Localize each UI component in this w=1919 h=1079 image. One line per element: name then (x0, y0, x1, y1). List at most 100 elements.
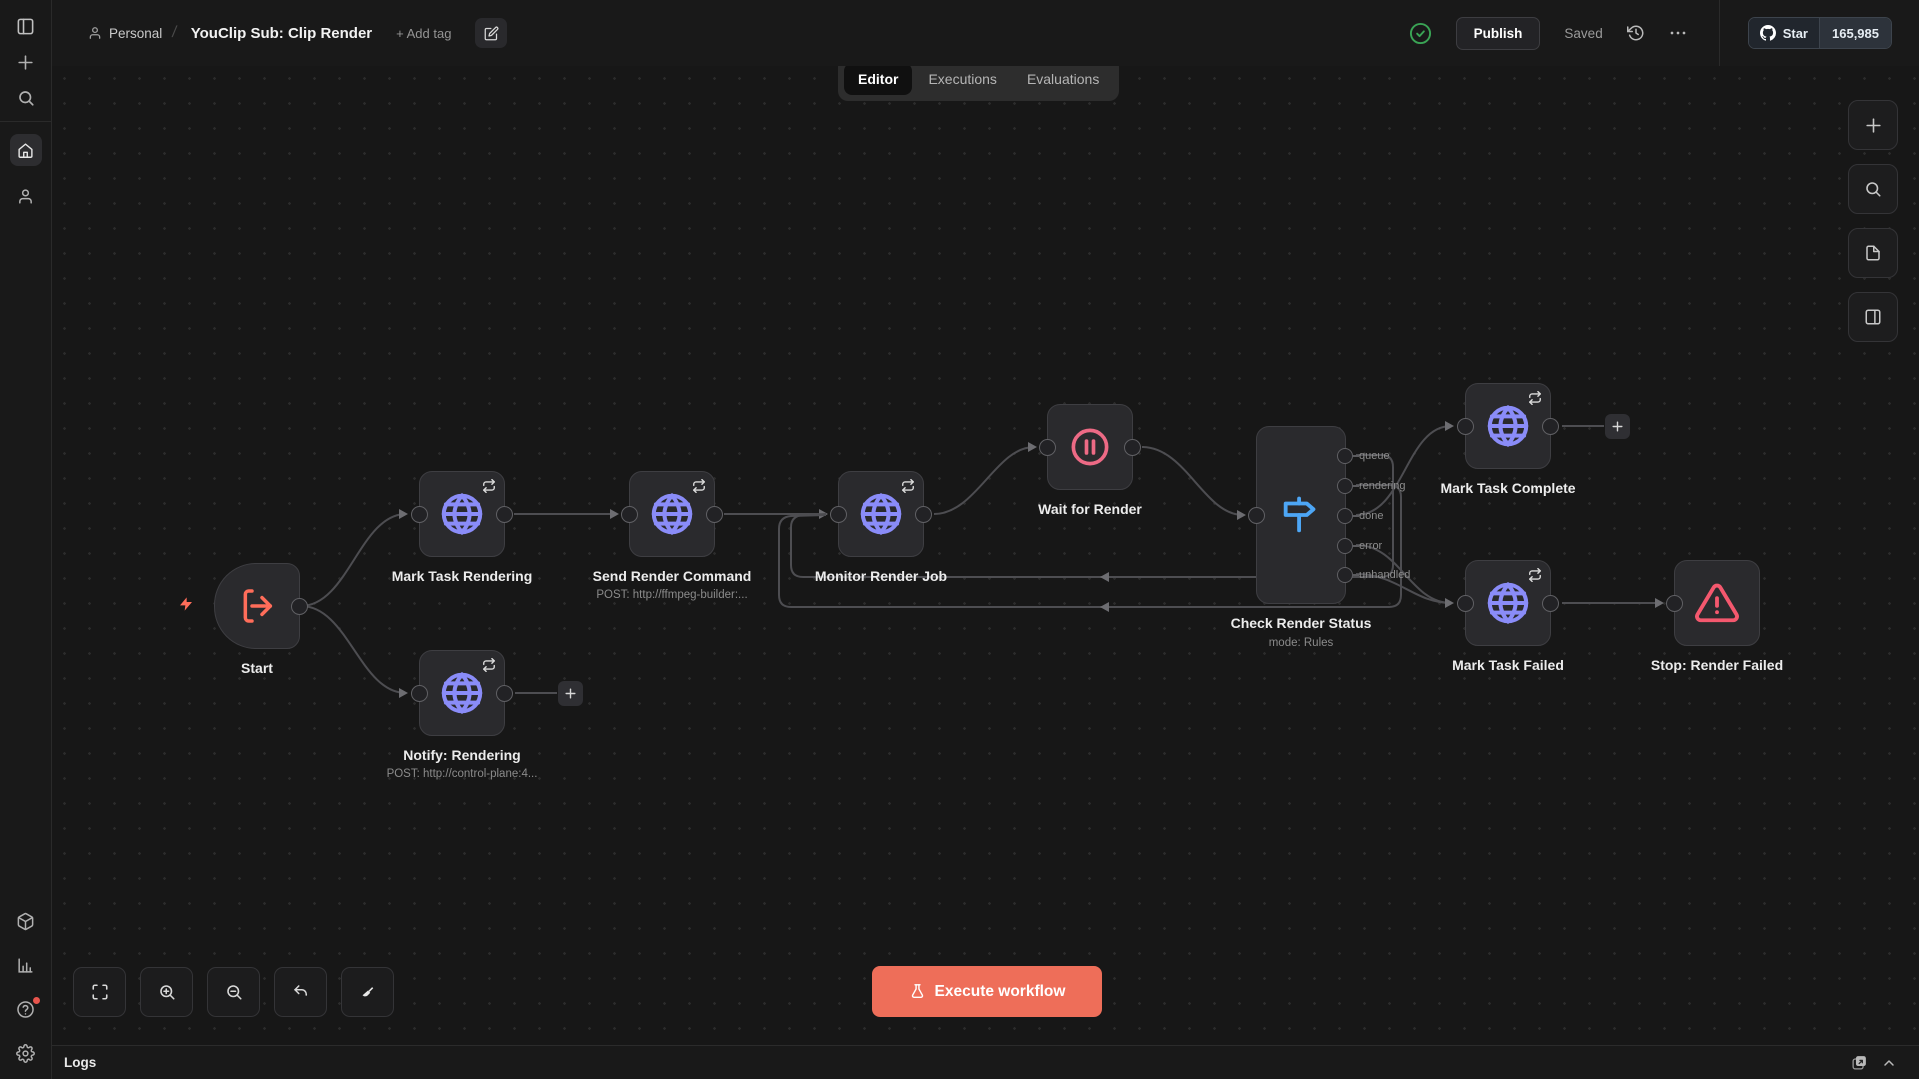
github-star-label: Star (1783, 26, 1808, 41)
node-label: Start (241, 660, 273, 676)
add-node-button[interactable] (1605, 414, 1630, 439)
workspace-crumb[interactable]: Personal (88, 26, 162, 41)
node-label: Monitor Render Job (815, 568, 947, 584)
execute-workflow-label: Execute workflow (935, 983, 1066, 1001)
input-port[interactable] (1457, 595, 1474, 612)
input-port[interactable] (830, 506, 847, 523)
canvas-bottom-toolbar (73, 967, 394, 1017)
logs-panel-header[interactable]: Logs (52, 1045, 1919, 1079)
port-dot[interactable] (1337, 478, 1353, 494)
edge-arrow (1028, 442, 1037, 452)
search-button[interactable] (17, 89, 35, 107)
output-port[interactable] (1542, 418, 1559, 435)
port-dot[interactable] (1337, 567, 1353, 583)
edge-done-to-complete[interactable] (1356, 426, 1451, 515)
output-port-queue[interactable]: queue (1337, 448, 1390, 464)
toggle-panel-button[interactable] (1848, 292, 1898, 342)
output-port[interactable] (291, 598, 308, 615)
flask-icon (909, 983, 926, 1000)
add-node-panel-button[interactable] (1848, 100, 1898, 150)
zoom-in-button[interactable] (140, 967, 193, 1017)
workflow-title[interactable]: YouClip Sub: Clip Render (191, 25, 372, 42)
manual-trigger-icon (237, 586, 277, 626)
zoom-to-fit-button[interactable] (73, 967, 126, 1017)
undo-button[interactable] (274, 967, 327, 1017)
port-dot[interactable] (1337, 538, 1353, 554)
zoom-out-icon (225, 983, 243, 1001)
node-notify-rendering[interactable]: Notify: Rendering POST: http://control-p… (419, 650, 505, 736)
port-dot[interactable] (1337, 508, 1353, 524)
output-port[interactable] (706, 506, 723, 523)
node-wait-for-render[interactable]: Wait for Render (1047, 404, 1133, 490)
more-options-icon[interactable] (1669, 24, 1687, 42)
history-icon[interactable] (1627, 24, 1645, 42)
port-dot[interactable] (1337, 448, 1353, 464)
github-star-button[interactable]: Star 165,985 (1748, 17, 1892, 49)
output-port-done[interactable]: done (1337, 508, 1383, 524)
input-port[interactable] (411, 506, 428, 523)
sidebar-item-personal[interactable] (17, 188, 34, 205)
output-port-unhandled[interactable]: unhandled (1337, 567, 1410, 583)
node-mark-task-failed[interactable]: Mark Task Failed (1465, 560, 1551, 646)
create-new-button[interactable] (16, 53, 35, 72)
edge-arrow (399, 509, 408, 519)
node-search-button[interactable] (1848, 164, 1898, 214)
zoom-out-button[interactable] (207, 967, 260, 1017)
input-port[interactable] (1457, 418, 1474, 435)
input-port[interactable] (1666, 595, 1683, 612)
sticky-note-button[interactable] (1848, 228, 1898, 278)
sidebar-item-help[interactable] (16, 1000, 35, 1019)
output-label: queue (1359, 450, 1390, 462)
node-check-render-status[interactable]: queue rendering done error unhandled Che… (1256, 426, 1346, 604)
output-port-error[interactable]: error (1337, 538, 1382, 554)
input-port[interactable] (621, 506, 638, 523)
tab-executions[interactable]: Executions (914, 63, 1010, 95)
package-icon (16, 912, 35, 931)
fit-view-icon (91, 983, 109, 1001)
gear-icon (16, 1044, 35, 1063)
edge-wait-to-check[interactable] (1142, 447, 1243, 515)
tidy-up-button[interactable] (341, 967, 394, 1017)
rename-workflow-button[interactable] (475, 18, 507, 48)
publish-button[interactable]: Publish (1456, 17, 1541, 50)
sidebar-item-insights[interactable] (16, 956, 35, 975)
output-label: unhandled (1359, 569, 1410, 581)
panel-right-icon (1864, 308, 1882, 326)
input-port[interactable] (411, 685, 428, 702)
execute-workflow-button[interactable]: Execute workflow (872, 966, 1102, 1017)
sidebar-toggle-button[interactable] (16, 17, 35, 36)
retry-icon (482, 479, 496, 493)
sidebar-item-settings[interactable] (16, 1044, 35, 1063)
input-port[interactable] (1039, 439, 1056, 456)
node-monitor-render-job[interactable]: Monitor Render Job (838, 471, 924, 557)
output-port-rendering[interactable]: rendering (1337, 478, 1405, 494)
output-port[interactable] (496, 685, 513, 702)
edge-monitor-to-wait[interactable] (934, 447, 1034, 514)
sidebar-item-home[interactable] (10, 134, 42, 166)
add-node-button[interactable] (558, 681, 583, 706)
edge-arrow (1445, 598, 1454, 608)
sidebar-item-templates[interactable] (16, 912, 35, 931)
zoom-in-icon (158, 983, 176, 1001)
retry-icon (482, 658, 496, 672)
node-stop-render-failed[interactable]: Stop: Render Failed (1674, 560, 1760, 646)
node-send-render-command[interactable]: Send Render Command POST: http://ffmpeg-… (629, 471, 715, 557)
tab-evaluations[interactable]: Evaluations (1013, 63, 1113, 95)
tab-editor[interactable]: Editor (844, 63, 912, 95)
breadcrumb-separator: / (171, 24, 178, 42)
edge-start-to-mark-rendering[interactable] (301, 514, 406, 606)
open-logs-window-icon[interactable] (1851, 1054, 1868, 1071)
user-icon (88, 26, 102, 40)
node-mark-task-complete[interactable]: Mark Task Complete (1465, 383, 1551, 469)
add-tag-button[interactable]: + Add tag (396, 26, 451, 41)
output-port[interactable] (1124, 439, 1141, 456)
output-port[interactable] (496, 506, 513, 523)
output-port[interactable] (1542, 595, 1559, 612)
edge-start-to-notify[interactable] (301, 606, 406, 693)
save-status: Saved (1564, 26, 1602, 41)
expand-logs-chevron-icon[interactable] (1881, 1055, 1897, 1071)
node-start[interactable]: Start (214, 563, 300, 649)
output-port[interactable] (915, 506, 932, 523)
input-port[interactable] (1248, 507, 1265, 524)
node-mark-task-rendering[interactable]: Mark Task Rendering (419, 471, 505, 557)
